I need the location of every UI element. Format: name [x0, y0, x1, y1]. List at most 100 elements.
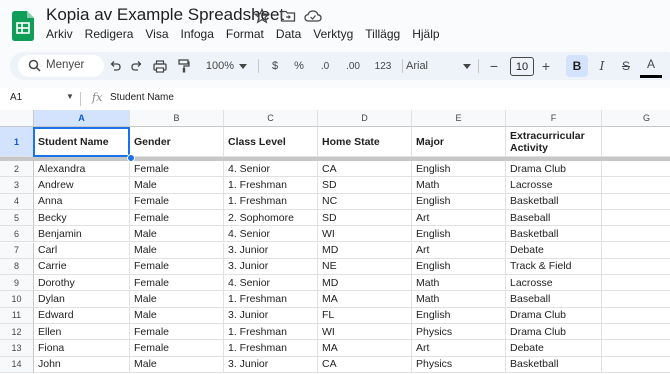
- table-cell[interactable]: Female: [130, 340, 224, 357]
- table-cell[interactable]: MD: [318, 242, 412, 259]
- row-header[interactable]: 2: [0, 161, 34, 178]
- table-cell[interactable]: Female: [130, 193, 224, 210]
- table-cell[interactable]: English: [412, 161, 506, 178]
- redo-icon[interactable]: [128, 52, 146, 80]
- zoom-select[interactable]: 100%: [202, 52, 238, 80]
- menu-redigera[interactable]: Redigera: [79, 26, 140, 44]
- table-cell[interactable]: 1. Freshman: [224, 340, 318, 357]
- table-cell[interactable]: John: [34, 356, 130, 373]
- menu-infoga[interactable]: Infoga: [175, 26, 220, 44]
- table-cell[interactable]: Female: [130, 275, 224, 292]
- table-cell[interactable]: Male: [130, 242, 224, 259]
- table-cell[interactable]: Dorothy: [34, 275, 130, 292]
- table-cell[interactable]: Physics: [412, 356, 506, 373]
- menu-data[interactable]: Data: [270, 26, 307, 44]
- table-cell[interactable]: 2. Sophomore: [224, 209, 318, 227]
- table-cell[interactable]: [602, 357, 670, 373]
- font-select[interactable]: Arial: [406, 52, 446, 80]
- header-cell[interactable]: Class Level: [224, 127, 318, 157]
- fill-handle[interactable]: [127, 154, 135, 162]
- undo-icon[interactable]: [106, 52, 124, 80]
- table-cell[interactable]: [602, 243, 670, 259]
- select-all-corner[interactable]: [0, 110, 34, 127]
- table-cell[interactable]: CA: [318, 161, 412, 178]
- star-icon[interactable]: [253, 7, 271, 24]
- row-header[interactable]: 11: [0, 307, 34, 324]
- row-header[interactable]: 12: [0, 324, 34, 341]
- table-cell[interactable]: Lacrosse: [506, 177, 602, 194]
- formula-input[interactable]: Student Name: [110, 92, 174, 103]
- strikethrough-button[interactable]: S: [616, 52, 636, 80]
- table-cell[interactable]: Drama Club: [506, 307, 602, 324]
- currency-button[interactable]: $: [266, 52, 284, 80]
- row-header[interactable]: 1: [0, 127, 34, 157]
- table-cell[interactable]: [602, 275, 670, 292]
- italic-button[interactable]: I: [592, 52, 612, 80]
- table-cell[interactable]: Carl: [34, 242, 130, 259]
- table-cell[interactable]: Male: [130, 226, 224, 243]
- sheets-logo-icon[interactable]: [12, 11, 34, 41]
- header-cell[interactable]: Home State: [318, 127, 412, 157]
- table-cell[interactable]: 4. Senior: [224, 275, 318, 292]
- decrease-font-size-button[interactable]: −: [484, 52, 504, 80]
- text-color-button[interactable]: A: [640, 53, 662, 78]
- table-cell[interactable]: 3. Junior: [224, 307, 318, 324]
- percent-button[interactable]: %: [290, 52, 308, 80]
- table-cell[interactable]: Basketball: [506, 356, 602, 373]
- table-cell[interactable]: Basketball: [506, 226, 602, 243]
- table-cell[interactable]: Art: [412, 340, 506, 357]
- zoom-caret-icon[interactable]: [238, 52, 248, 80]
- name-box[interactable]: A1: [10, 92, 22, 103]
- table-cell[interactable]: 3. Junior: [224, 356, 318, 373]
- table-cell[interactable]: Drama Club: [506, 324, 602, 341]
- table-cell[interactable]: Male: [130, 307, 224, 324]
- table-cell[interactable]: NC: [318, 193, 412, 210]
- more-options-icon[interactable]: [666, 52, 670, 80]
- row-header[interactable]: 8: [0, 258, 34, 276]
- table-cell[interactable]: Debate: [506, 242, 602, 259]
- table-cell[interactable]: Baseball: [506, 209, 602, 227]
- print-icon[interactable]: [150, 52, 170, 80]
- table-cell[interactable]: Male: [130, 177, 224, 194]
- table-cell[interactable]: Female: [130, 161, 224, 178]
- table-cell[interactable]: Physics: [412, 324, 506, 341]
- table-cell[interactable]: [602, 259, 670, 276]
- column-header-e[interactable]: E: [412, 110, 506, 127]
- table-cell[interactable]: Fiona: [34, 340, 130, 357]
- table-cell[interactable]: MA: [318, 291, 412, 308]
- menu-tillagg[interactable]: Tillägg: [359, 26, 406, 44]
- column-header-a[interactable]: A: [34, 110, 130, 127]
- name-box-caret-icon[interactable]: ▼: [66, 92, 74, 101]
- table-cell[interactable]: [602, 194, 670, 210]
- row-header[interactable]: 14: [0, 356, 34, 373]
- table-cell[interactable]: Math: [412, 291, 506, 308]
- table-cell[interactable]: Baseball: [506, 291, 602, 308]
- table-cell[interactable]: 4. Senior: [224, 226, 318, 243]
- column-header-d[interactable]: D: [318, 110, 412, 127]
- table-cell[interactable]: English: [412, 226, 506, 243]
- row-header[interactable]: 5: [0, 209, 34, 227]
- row-header[interactable]: 7: [0, 242, 34, 259]
- spreadsheet-grid[interactable]: A B C D E F G 1 Student Name Gender Class Level Hom…: [0, 110, 670, 374]
- table-cell[interactable]: Edward: [34, 307, 130, 324]
- document-title[interactable]: Kopia av Example Spreadsheet: [46, 5, 284, 25]
- table-cell[interactable]: [602, 210, 670, 227]
- table-cell[interactable]: Female: [130, 209, 224, 227]
- table-cell[interactable]: 1. Freshman: [224, 324, 318, 341]
- table-cell[interactable]: Math: [412, 177, 506, 194]
- column-header-c[interactable]: C: [224, 110, 318, 127]
- table-cell[interactable]: [602, 324, 670, 341]
- header-cell[interactable]: Gender: [130, 127, 224, 157]
- table-cell[interactable]: 1. Freshman: [224, 193, 318, 210]
- menu-search[interactable]: Menyer: [18, 55, 104, 77]
- row-header[interactable]: 4: [0, 193, 34, 210]
- table-cell[interactable]: WI: [318, 324, 412, 341]
- table-cell[interactable]: 4. Senior: [224, 161, 318, 178]
- table-cell[interactable]: FL: [318, 307, 412, 324]
- column-header-b[interactable]: B: [130, 110, 224, 127]
- table-cell[interactable]: Basketball: [506, 193, 602, 210]
- table-cell[interactable]: Debate: [506, 340, 602, 357]
- table-cell[interactable]: SD: [318, 177, 412, 194]
- table-cell[interactable]: 1. Freshman: [224, 177, 318, 194]
- table-cell[interactable]: 3. Junior: [224, 242, 318, 259]
